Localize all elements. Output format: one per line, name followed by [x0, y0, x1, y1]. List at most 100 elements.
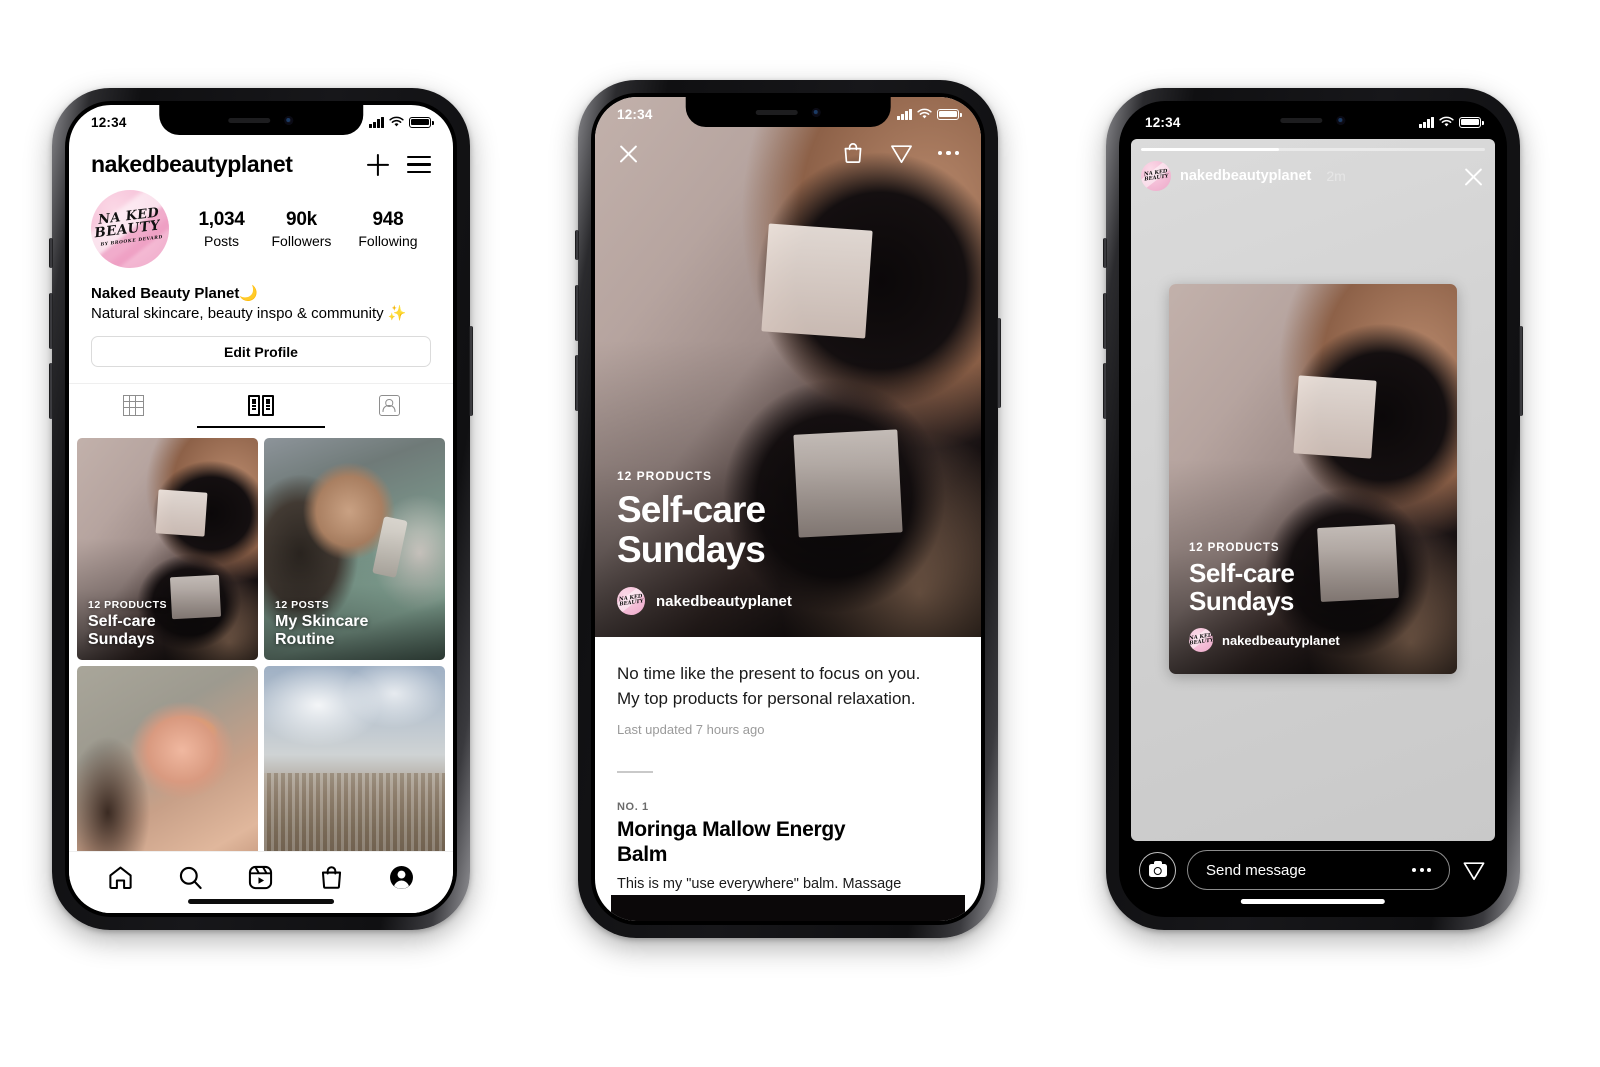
- device-notch: [159, 105, 363, 135]
- guide-card-meta: 12 PRODUCTS: [88, 599, 168, 611]
- home-indicator: [1240, 899, 1386, 904]
- home-indicator: [188, 899, 334, 904]
- product-title: Moringa Mallow Energy Balm: [617, 818, 846, 866]
- grid-icon: [122, 394, 144, 416]
- guide-title: Self-care Sundays: [617, 489, 766, 570]
- hamburger-menu-icon[interactable]: [407, 155, 431, 174]
- power-button[interactable]: [1519, 326, 1523, 416]
- share-paperplane-icon[interactable]: [889, 141, 914, 165]
- guide-hero-overlay: 12 PRODUCTS Self-care Sundays NA KED BEAUT…: [617, 469, 792, 615]
- battery-full-icon: [1459, 116, 1484, 128]
- phone-mockup-guide-detail: 12:34 12 PRODUCTS Self-care Sundays NA K…: [575, 80, 1001, 938]
- volume-down-button[interactable]: [49, 363, 53, 419]
- volume-up-button[interactable]: [1103, 293, 1107, 349]
- profile-scroll-area: nakedbeautyplanet NA KED BEAUTY BY BROOK…: [69, 105, 453, 851]
- device-notch: [1212, 105, 1414, 135]
- more-dots-icon[interactable]: [1412, 868, 1431, 872]
- reels-icon[interactable]: [247, 864, 274, 891]
- guide-card-meta: 12 POSTS: [275, 599, 330, 611]
- phone-mockup-story: 12:34 NA KEDBEAUTY nakedbeautyplanet 2m: [1103, 88, 1523, 930]
- profile-avatar-icon[interactable]: [388, 864, 415, 891]
- guide-card-title: Self-care Sundays: [88, 613, 156, 648]
- tab-tagged[interactable]: [325, 384, 453, 428]
- guide-book-icon: [248, 394, 274, 416]
- shop-bag-icon[interactable]: [841, 141, 865, 165]
- story-username[interactable]: nakedbeautyplanet: [1180, 168, 1311, 184]
- earpiece-speaker: [755, 109, 798, 115]
- stat-posts-label: Posts: [204, 233, 240, 249]
- camera-icon[interactable]: [1139, 851, 1176, 889]
- battery-full-icon: [409, 116, 434, 128]
- stat-followers[interactable]: 90k Followers: [272, 209, 332, 249]
- bio-description: Natural skincare, beauty inspo & communi…: [91, 304, 407, 322]
- volume-down-button[interactable]: [575, 355, 579, 411]
- stat-followers-label: Followers: [271, 233, 332, 249]
- guide-card-makeup[interactable]: [77, 666, 258, 851]
- device-notch: [685, 97, 891, 127]
- stat-posts[interactable]: 1,034 Posts: [198, 209, 244, 249]
- close-x-icon[interactable]: [617, 142, 640, 165]
- guide-author[interactable]: NA KED BEAUTY nakedbeautyplanet: [617, 587, 792, 615]
- profile-header: nakedbeautyplanet: [69, 139, 453, 182]
- guide-kicker: 12 PRODUCTS: [617, 469, 713, 483]
- story-time-ago: 2m: [1326, 168, 1346, 184]
- power-button[interactable]: [997, 318, 1001, 408]
- shop-bag-icon[interactable]: [318, 864, 345, 891]
- edit-profile-button[interactable]: Edit Profile: [91, 336, 431, 367]
- profile-stats-row: NA KED BEAUTY BY BROOKE DEVARD 1,034 Pos…: [69, 182, 453, 268]
- guide-kicker: 12 PRODUCTS: [1189, 542, 1280, 554]
- silent-switch[interactable]: [1103, 238, 1107, 268]
- guide-author-name: nakedbeautyplanet: [656, 592, 792, 610]
- guide-author-name: nakedbeautyplanet: [1222, 632, 1340, 648]
- guide-title: Self-care Sundays: [1189, 558, 1295, 616]
- guide-card-cityscape[interactable]: [264, 666, 445, 851]
- product-number: NO. 1: [617, 801, 649, 813]
- story-progress-bar: [1141, 148, 1485, 151]
- stat-posts-value: 1,034: [198, 209, 245, 230]
- volume-up-button[interactable]: [575, 285, 579, 341]
- bio-display-name: Naked Beauty Planet🌙: [91, 284, 259, 302]
- silent-switch[interactable]: [575, 230, 579, 260]
- profile-tabs: [69, 383, 453, 428]
- share-paperplane-icon[interactable]: [1461, 858, 1487, 882]
- avatar[interactable]: NA KED BEAUTY BY BROOKE DEVARD: [91, 190, 169, 268]
- guide-card-title: My Skincare Routine: [275, 613, 369, 648]
- earpiece-speaker: [228, 117, 271, 123]
- next-product-image: [611, 895, 965, 921]
- tab-grid[interactable]: [69, 384, 197, 428]
- wifi-icon: [917, 108, 932, 119]
- guide-last-updated: Last updated 7 hours ago: [617, 722, 765, 737]
- send-message-input[interactable]: Send message: [1187, 850, 1450, 890]
- more-dots-icon[interactable]: [937, 150, 959, 156]
- power-button[interactable]: [469, 326, 473, 416]
- story-viewer[interactable]: NA KED BEAUTY nakedbeautyplanet 2m 12 PRO…: [1131, 139, 1495, 841]
- silent-switch[interactable]: [49, 238, 53, 268]
- shared-guide-card[interactable]: 12 PRODUCTS Self-care Sundays NA KED BEAUT…: [1169, 284, 1457, 674]
- search-icon[interactable]: [177, 864, 204, 891]
- guide-hero-image: 12 PRODUCTS Self-care Sundays NA KED BEAUT…: [595, 97, 981, 637]
- divider: [617, 771, 653, 773]
- profile-bio: Naked Beauty Planet🌙 Natural skincare, b…: [69, 268, 453, 322]
- page-title: nakedbeautyplanet: [91, 151, 293, 177]
- wifi-icon: [1439, 116, 1454, 127]
- close-x-icon[interactable]: [1462, 165, 1485, 188]
- guide-author: NA KED BEAUTY nakedbeautyplanet: [1189, 628, 1340, 652]
- guide-lead-text: No time like the present to focus on you…: [617, 664, 921, 708]
- avatar[interactable]: NA KED BEAUTY: [1141, 161, 1171, 191]
- plus-icon[interactable]: [366, 153, 390, 177]
- front-camera: [811, 107, 821, 117]
- battery-full-icon: [937, 108, 962, 120]
- home-icon[interactable]: [107, 864, 134, 891]
- guide-card-self-care-sundays[interactable]: 12 PRODUCTS Self-care Sundays: [77, 438, 258, 660]
- moon-emoji: 🌙: [239, 284, 259, 302]
- send-message-placeholder: Send message: [1206, 861, 1307, 879]
- tab-guides[interactable]: [197, 384, 325, 428]
- status-time: 12:34: [617, 106, 653, 122]
- volume-up-button[interactable]: [49, 293, 53, 349]
- volume-down-button[interactable]: [1103, 363, 1107, 419]
- cellular-bars-icon: [897, 108, 912, 120]
- guide-card-my-skincare-routine[interactable]: 12 POSTS My Skincare Routine: [264, 438, 445, 660]
- screenshot-canvas: 12:34 nakedbeautyplanet NA KED BEAUTY BY…: [0, 0, 1600, 1067]
- tagged-person-icon: [378, 394, 400, 416]
- stat-following[interactable]: 948 Following: [358, 209, 417, 249]
